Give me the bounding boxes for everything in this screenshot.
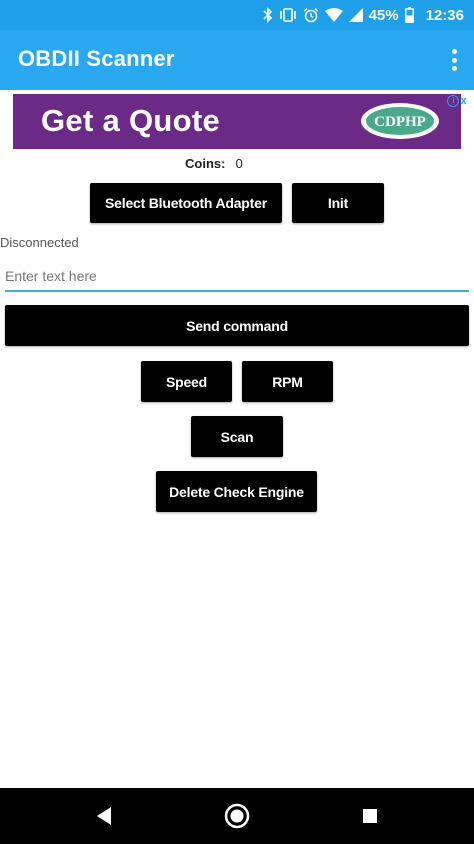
speed-button[interactable]: Speed bbox=[141, 361, 232, 402]
ad-banner[interactable]: Get a Quote CDPHP bbox=[13, 94, 461, 149]
ad-info-icon: i bbox=[447, 94, 460, 107]
bluetooth-icon bbox=[263, 7, 273, 23]
coins-row: Coins: 0 bbox=[185, 156, 243, 171]
ad-close-button[interactable]: i x bbox=[447, 93, 467, 108]
select-bluetooth-adapter-button[interactable]: Select Bluetooth Adapter bbox=[90, 183, 282, 223]
signal-icon bbox=[348, 8, 363, 22]
svg-text:CDPHP: CDPHP bbox=[374, 114, 426, 130]
status-bar: 45% 12:36 bbox=[0, 0, 474, 30]
coins-value: 0 bbox=[235, 156, 243, 171]
navigation-bar bbox=[0, 788, 474, 844]
status-icons: 45% 12:36 bbox=[263, 5, 464, 25]
back-icon[interactable] bbox=[90, 802, 118, 830]
recents-icon[interactable] bbox=[356, 802, 384, 830]
close-icon: x bbox=[460, 94, 467, 107]
rpm-button[interactable]: RPM bbox=[242, 361, 333, 402]
command-input[interactable] bbox=[5, 262, 469, 292]
app-bar: OBDII Scanner bbox=[0, 30, 474, 90]
overflow-menu-icon[interactable] bbox=[450, 49, 458, 71]
clock-time: 12:36 bbox=[425, 6, 464, 24]
vibrate-icon bbox=[279, 8, 297, 22]
ad-headline: Get a Quote bbox=[41, 103, 220, 138]
app-title: OBDII Scanner bbox=[18, 46, 175, 71]
app-screen: 45% 12:36 OBDII Scanner Get a Quote CDPH… bbox=[0, 0, 474, 844]
battery-percent: 45% bbox=[368, 6, 399, 24]
alarm-icon bbox=[303, 7, 319, 23]
connection-status: Disconnected bbox=[0, 235, 79, 250]
coins-label: Coins: bbox=[185, 156, 226, 171]
init-button[interactable]: Init bbox=[292, 183, 384, 223]
scan-button[interactable]: Scan bbox=[191, 416, 283, 457]
battery-icon bbox=[404, 7, 414, 23]
wifi-icon bbox=[324, 8, 343, 22]
home-icon[interactable] bbox=[223, 802, 251, 830]
delete-check-engine-button[interactable]: Delete Check Engine bbox=[156, 471, 317, 512]
ad-logo: CDPHP bbox=[359, 101, 441, 141]
send-command-button[interactable]: Send command bbox=[5, 305, 469, 346]
